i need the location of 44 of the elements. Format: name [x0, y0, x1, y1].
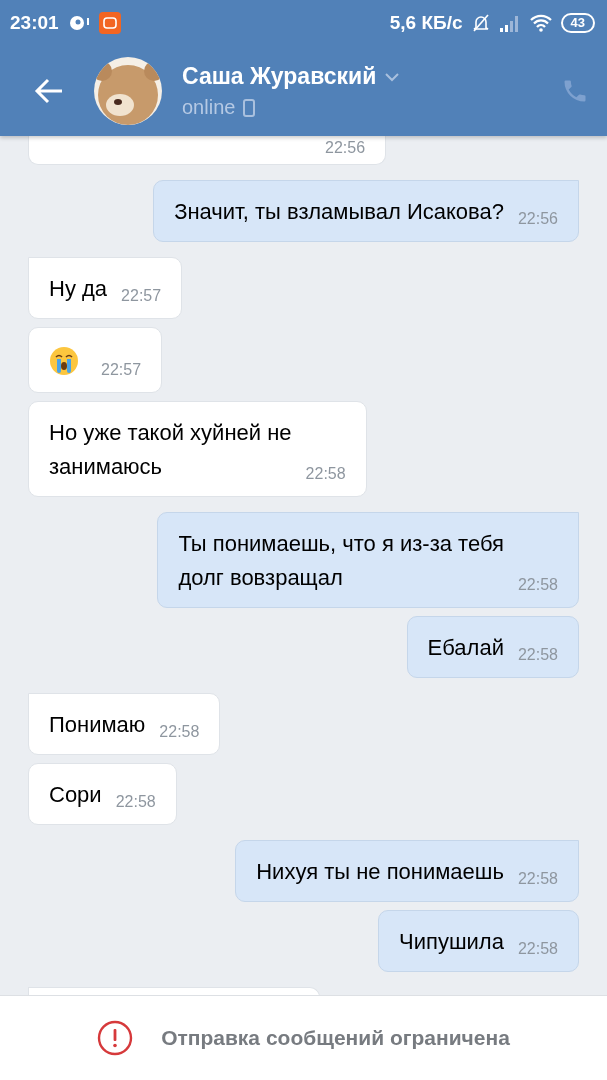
- message-bubble[interactable]: Сори 22:58: [28, 763, 177, 825]
- message-bubble[interactable]: Но уже такой хуйней не занимаюсь 22:58: [28, 401, 367, 497]
- message-text: Сори: [49, 781, 102, 809]
- message-time: 22:58: [517, 869, 558, 889]
- app-icon: [98, 12, 121, 34]
- message-time: 22:58: [517, 645, 558, 665]
- restriction-notice: Отправка сообщений ограничена: [161, 1026, 510, 1050]
- message-text: Значит, ты взламывал Исакова?: [174, 198, 504, 226]
- message-text: Ты понимаешь, что я из-за тебя долг вовзращал: [178, 530, 504, 592]
- crying-face-icon: [49, 346, 79, 376]
- message-bubble[interactable]: Нихуя ты не понимаешь 22:58: [235, 840, 579, 902]
- wifi-icon: [528, 13, 553, 33]
- bell-off-icon: [470, 13, 491, 33]
- message-time: 22:58: [517, 575, 558, 595]
- message-text: Чипушила: [399, 928, 504, 956]
- online-status: online: [182, 96, 236, 119]
- message-text: Ебалай: [427, 634, 504, 662]
- message-time: 22:57: [101, 360, 142, 380]
- message-bubble[interactable]: Чипушила 22:58: [378, 910, 579, 972]
- message-bubble[interactable]: Понимаю 22:58: [28, 693, 221, 755]
- message-text: Но уже такой хуйней не занимаюсь: [49, 419, 292, 481]
- network-speed: 5,6 КБ/с: [389, 12, 463, 34]
- message-text: Понимаю: [49, 711, 146, 739]
- message-bubble[interactable]: Ты понимаешь, что я из-за тебя долг вовзращал 22:58: [157, 512, 579, 608]
- message-text: Ну да: [49, 275, 108, 303]
- back-icon[interactable]: [34, 78, 64, 104]
- message-time: 22:58: [305, 464, 346, 484]
- message-time: 22:56: [517, 209, 558, 229]
- message-time: 22:58: [159, 722, 200, 742]
- signal-icon: [498, 14, 521, 32]
- warning-icon: [97, 1020, 134, 1056]
- message-time: 22:58: [517, 939, 558, 959]
- message-time: 22:57: [121, 286, 162, 306]
- chevron-down-icon[interactable]: [384, 71, 401, 82]
- message-time: 22:56: [325, 138, 366, 158]
- message-time: 22:58: [115, 792, 156, 812]
- message-bubble[interactable]: Ну да 22:57: [28, 257, 183, 319]
- battery-level: 43: [560, 13, 595, 33]
- phone-device-icon: [243, 98, 256, 117]
- message-bubble[interactable]: Ебалай 22:58: [406, 616, 579, 678]
- contact-name[interactable]: Саша Журавский: [182, 63, 377, 90]
- message-text: Нихуя ты не понимаешь: [256, 858, 504, 886]
- message-bubble[interactable]: Значит, ты взламывал Исакова? 22:56: [153, 180, 579, 242]
- clock-time: 23:01: [10, 12, 59, 34]
